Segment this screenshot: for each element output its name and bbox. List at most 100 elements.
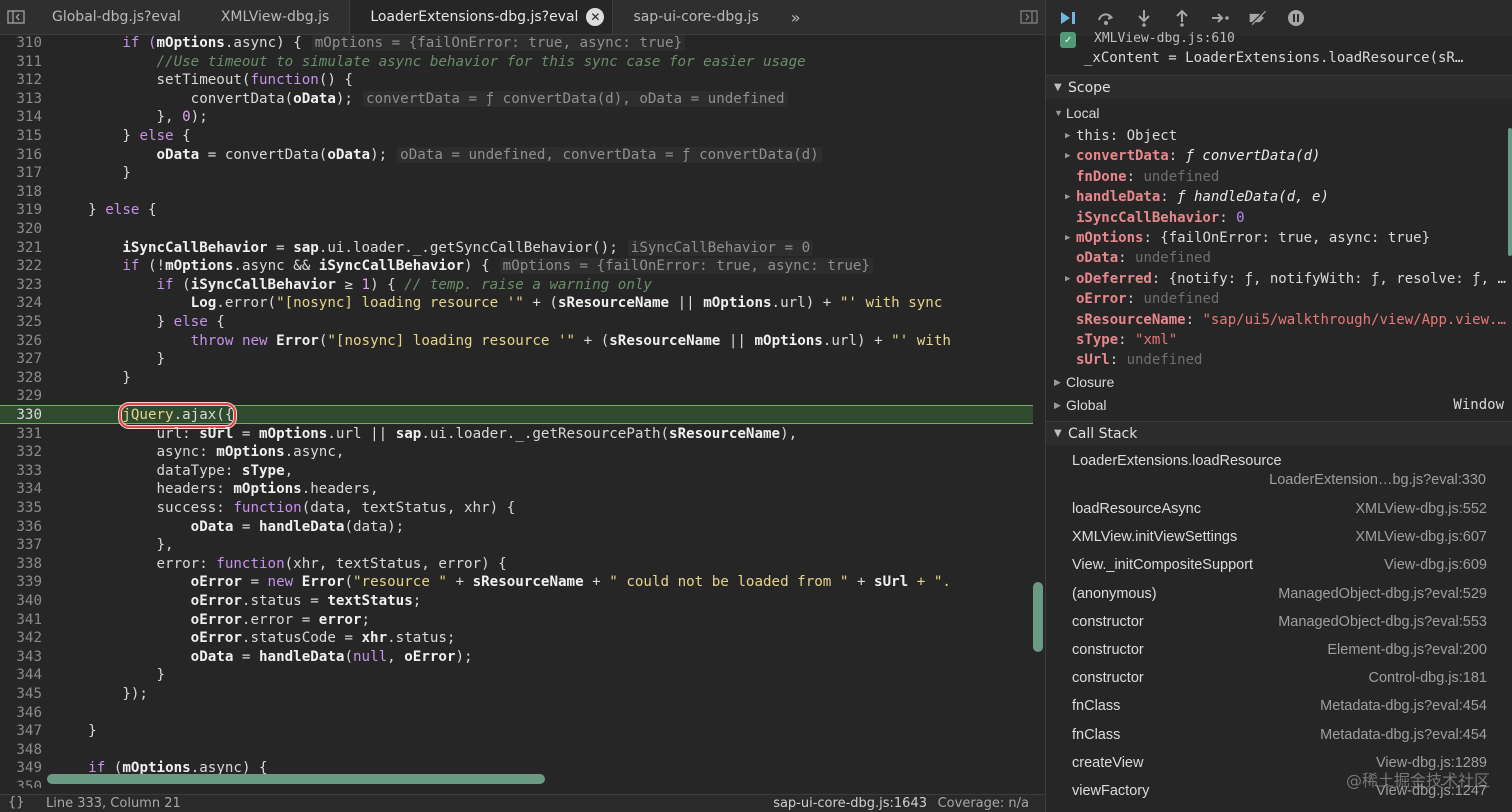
line-number[interactable]: 336 [0, 518, 42, 537]
line-number[interactable]: 346 [0, 704, 42, 723]
line-number[interactable]: 327 [0, 350, 42, 369]
expand-triangle-icon[interactable]: ▶ [1065, 187, 1070, 207]
line-number[interactable]: 333 [0, 462, 42, 481]
scope-variable-row[interactable]: ▶ oDeferred: {notify: ƒ, notifyWith: ƒ, r… [1046, 269, 1506, 289]
line-number[interactable]: 310 [0, 34, 42, 53]
line-number[interactable]: 341 [0, 611, 42, 630]
pause-exceptions-icon[interactable] [1286, 8, 1306, 28]
line-number[interactable]: 314 [0, 108, 42, 127]
pretty-print-button[interactable]: {} [8, 795, 25, 810]
call-frame-location[interactable]: ManagedObject-dbg.js?eval:553 [1278, 614, 1487, 630]
call-frame[interactable]: loadResourceAsync XMLView-dbg.js:552 [1046, 496, 1512, 524]
line-number[interactable]: 350 [0, 778, 42, 788]
line-number[interactable]: 348 [0, 741, 42, 760]
line-number[interactable]: 339 [0, 573, 42, 592]
line-number[interactable]: 331 [0, 425, 42, 444]
call-frame-location[interactable]: View-dbg.js:609 [1384, 557, 1487, 573]
tab-global-dbg[interactable]: Global-dbg.js?eval [32, 0, 201, 34]
call-frame[interactable]: (anonymous) ManagedObject-dbg.js?eval:529 [1046, 581, 1512, 609]
source-location-link[interactable]: sap-ui-core-dbg.js:1643 [773, 796, 927, 811]
line-number[interactable]: 315 [0, 127, 42, 146]
line-number[interactable]: 318 [0, 183, 42, 202]
line-number[interactable]: 311 [0, 53, 42, 72]
line-number[interactable]: 322 [0, 257, 42, 276]
call-frame-location[interactable]: XMLView-dbg.js:552 [1355, 501, 1487, 517]
scope-variable-row[interactable]: ▶ handleData: ƒ handleData(d, e) [1046, 187, 1506, 207]
call-frame-location[interactable]: ManagedObject-dbg.js?eval:529 [1278, 586, 1487, 602]
call-frame-location[interactable]: Control-dbg.js:181 [1369, 670, 1488, 686]
scope-variable-row[interactable]: sResourceName: "sap/ui5/walkthrough/view… [1046, 310, 1506, 330]
line-number[interactable]: 316 [0, 146, 42, 165]
call-frame-location[interactable]: XMLView-dbg.js:607 [1355, 529, 1487, 545]
scope-group-closure[interactable]: ▶ Closure [1054, 374, 1114, 390]
line-number[interactable]: 335 [0, 499, 42, 518]
line-number[interactable]: 349 [0, 759, 42, 778]
call-frame[interactable]: constructor ManagedObject-dbg.js?eval:553 [1046, 609, 1512, 637]
call-frame-location[interactable]: Metadata-dbg.js?eval:454 [1320, 727, 1487, 743]
tab-xmlview-dbg[interactable]: XMLView-dbg.js [201, 0, 350, 34]
call-frame[interactable]: constructor Control-dbg.js:181 [1046, 665, 1512, 693]
scope-group-global[interactable]: ▶ Global [1054, 397, 1106, 413]
resume-icon[interactable] [1058, 8, 1078, 28]
call-frame[interactable]: XMLView.initViewSettings XMLView-dbg.js:6… [1046, 524, 1512, 552]
scope-variable-row[interactable]: iSyncCallBehavior: 0 [1046, 208, 1506, 228]
line-number[interactable]: 344 [0, 666, 42, 685]
line-number[interactable]: 340 [0, 592, 42, 611]
expand-triangle-icon[interactable]: ▶ [1065, 228, 1070, 248]
code-view[interactable]: 310 if (mOptions.async) {mOptions = {fai… [0, 34, 1045, 788]
call-frame-location[interactable]: Metadata-dbg.js?eval:454 [1320, 698, 1487, 714]
line-number[interactable]: 345 [0, 685, 42, 704]
line-number[interactable]: 320 [0, 220, 42, 239]
expand-triangle-icon[interactable]: ▶ [1065, 269, 1070, 289]
line-number[interactable]: 343 [0, 648, 42, 667]
line-number[interactable]: 317 [0, 164, 42, 183]
line-number[interactable]: 312 [0, 71, 42, 90]
tab-sap-ui-core-dbg[interactable]: sap-ui-core-dbg.js [613, 0, 778, 34]
scope-variable-row[interactable]: oData: undefined [1046, 248, 1506, 268]
call-frame-selected-location[interactable]: LoaderExtension…bg.js?eval:330 [1269, 472, 1486, 488]
double-chevron-right-icon[interactable]: » [779, 0, 813, 34]
line-number[interactable]: 328 [0, 369, 42, 388]
deactivate-breakpoints-icon[interactable] [1248, 8, 1268, 28]
scope-variable-row[interactable]: ▶ this: Object [1046, 126, 1506, 146]
line-number[interactable]: 321 [0, 239, 42, 258]
step-over-icon[interactable] [1096, 8, 1116, 28]
line-number[interactable]: 319 [0, 201, 42, 220]
scope-variable-row[interactable]: sUrl: undefined [1046, 350, 1506, 370]
line-number[interactable]: 332 [0, 443, 42, 462]
call-frame[interactable]: constructor Element-dbg.js?eval:200 [1046, 637, 1512, 665]
expand-triangle-icon[interactable]: ▶ [1065, 126, 1070, 146]
scope-variable-row[interactable]: ▶ convertData: ƒ convertData(d) [1046, 146, 1506, 166]
line-number[interactable]: 334 [0, 480, 42, 499]
scope-variable-row[interactable]: fnDone: undefined [1046, 167, 1506, 187]
close-icon[interactable]: ✕ [586, 8, 605, 26]
line-number[interactable]: 338 [0, 555, 42, 574]
line-number[interactable]: 326 [0, 332, 42, 351]
line-number[interactable]: 342 [0, 629, 42, 648]
expand-triangle-icon[interactable]: ▶ [1065, 146, 1070, 166]
call-frame-selected-function[interactable]: LoaderExtensions.loadResource [1072, 453, 1282, 469]
line-number[interactable]: 337 [0, 536, 42, 555]
call-frame[interactable]: fnClass Metadata-dbg.js?eval:454 [1046, 722, 1512, 750]
line-number[interactable]: 323 [0, 276, 42, 295]
line-number[interactable]: 324 [0, 294, 42, 313]
horizontal-scrollbar[interactable] [47, 774, 545, 784]
call-frame[interactable]: View._initCompositeSupport View-dbg.js:60… [1046, 552, 1512, 580]
step-into-icon[interactable] [1134, 8, 1154, 28]
vertical-scrollbar[interactable] [1033, 582, 1043, 652]
scope-variable-row[interactable]: sType: "xml" [1046, 330, 1506, 350]
line-number[interactable]: 330 [0, 406, 42, 425]
line-number[interactable]: 313 [0, 90, 42, 109]
scope-variable-row[interactable]: oError: undefined [1046, 289, 1506, 309]
line-number[interactable]: 347 [0, 722, 42, 741]
line-number[interactable]: 329 [0, 387, 42, 406]
call-frame[interactable]: fnClass Metadata-dbg.js?eval:454 [1046, 693, 1512, 721]
scope-variable-row[interactable]: ▶ mOptions: {failOnError: true, async: tr… [1046, 228, 1506, 248]
panel-right-icon[interactable] [1013, 0, 1045, 34]
tab-loaderextensions-dbg[interactable]: LoaderExtensions-dbg.js?eval ✕ [349, 0, 614, 34]
sidebar-scrollbar[interactable] [1508, 128, 1512, 256]
call-stack-section-header[interactable]: ▼ Call Stack [1046, 421, 1512, 445]
call-frame-location[interactable]: Element-dbg.js?eval:200 [1327, 642, 1487, 658]
checkbox-checked-icon[interactable]: ✓ [1060, 32, 1076, 48]
scope-group-local[interactable]: ▼ Local [1054, 105, 1099, 121]
